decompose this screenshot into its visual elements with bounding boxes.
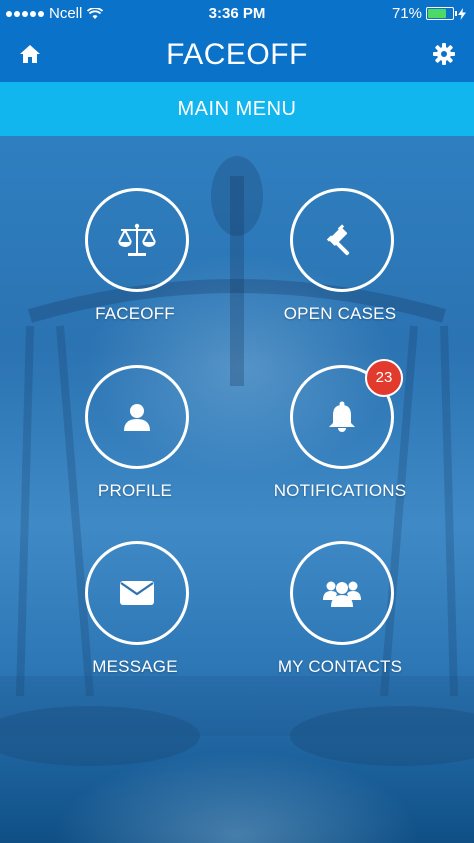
menu-item-profile[interactable]: PROFILE [45, 365, 225, 515]
menu-item-circle[interactable] [85, 541, 189, 645]
page-title: FACEOFF [166, 38, 308, 71]
envelope-icon [120, 581, 154, 605]
battery-percent: 71% [391, 5, 422, 22]
menu-item-label: FACEOFF [95, 304, 175, 323]
scales-icon [118, 223, 156, 256]
menu-item-label: OPEN CASES [283, 304, 397, 323]
bell-icon [329, 401, 355, 432]
menu-item-label: PROFILE [97, 481, 173, 500]
notification-count-badge: 23 [365, 359, 403, 397]
menu-item-circle[interactable] [85, 365, 189, 469]
menu-item-message[interactable]: MESSAGE [45, 541, 225, 691]
user-icon [124, 404, 150, 431]
battery-status: 71% [392, 5, 466, 22]
menu-item-circle[interactable] [290, 188, 394, 292]
menu-item-open-cases[interactable]: OPEN CASES [250, 188, 430, 338]
status-bar: Ncell 3:36 PM 71% [0, 0, 474, 28]
menu-item-label: MESSAGE [92, 657, 178, 676]
menu-item-my-contacts[interactable]: MY CONTACTS [250, 541, 430, 691]
menu-item-circle[interactable] [290, 541, 394, 645]
menu-item-notifications[interactable]: 23 NOTIFICATIONS [250, 359, 430, 515]
gavel-icon [326, 224, 350, 256]
group-icon [323, 581, 361, 607]
main-menu-bar: MAIN MENU [0, 82, 474, 136]
settings-button[interactable] [432, 42, 456, 66]
section-title: MAIN MENU [177, 98, 297, 120]
app-header: FACEOFF [0, 28, 474, 82]
menu-item-circle[interactable] [85, 188, 189, 292]
menu-item-label: NOTIFICATIONS [273, 481, 407, 500]
menu-item-faceoff[interactable]: FACEOFF [45, 188, 225, 338]
menu-item-label: MY CONTACTS [277, 657, 403, 676]
charging-bolt-icon [458, 7, 466, 20]
gear-icon [433, 43, 455, 65]
battery-icon [426, 7, 457, 20]
